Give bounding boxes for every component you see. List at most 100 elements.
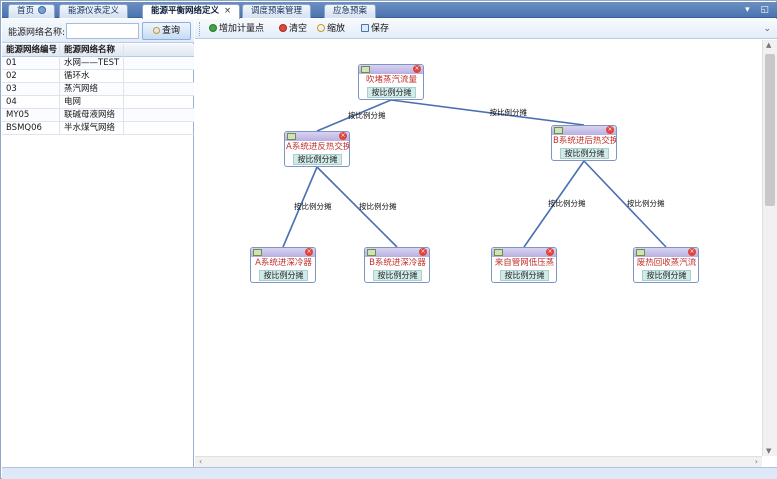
node-allocation-mode[interactable]: 按比例分摊 bbox=[560, 148, 609, 159]
tab-strip: 首页 能源仪表定义 能源平衡网络定义 × 调度预案管理 应急预案 ▾ ◱ bbox=[2, 2, 777, 19]
node-delete-icon[interactable]: × bbox=[606, 126, 614, 134]
cell-network-code: BSMQ06 bbox=[2, 122, 60, 135]
cell-network-code: 02 bbox=[2, 70, 60, 83]
zoom-icon bbox=[317, 24, 325, 32]
network-diagram-canvas[interactable]: 按比例分摊 按比例分摊 按比例分摊 按比例分摊 按比例分摊 按比例分摊 × 吹堵蒸汽流量 按比例… bbox=[195, 40, 762, 456]
cell-network-name: 水网——TEST bbox=[60, 57, 124, 70]
toolbar-collapse-icon[interactable]: ⌄ bbox=[763, 24, 771, 34]
add-meter-point-button[interactable]: 增加计量点 bbox=[209, 23, 264, 36]
cell-network-name: 电网 bbox=[60, 96, 124, 109]
edge-label: 按比例分摊 bbox=[489, 107, 528, 117]
node-delete-icon[interactable]: × bbox=[413, 65, 421, 73]
node-allocation-mode[interactable]: 按比例分摊 bbox=[642, 270, 691, 281]
search-label: 能源网络名称: bbox=[8, 28, 66, 38]
node-type-icon bbox=[361, 66, 370, 73]
node-name: B系统进深冷器 bbox=[369, 258, 426, 268]
clear-label: 清空 bbox=[289, 24, 308, 34]
tab-home[interactable]: 首页 bbox=[8, 4, 56, 18]
node-delete-icon[interactable]: × bbox=[305, 248, 313, 256]
zoom-label: 缩放 bbox=[327, 24, 346, 34]
tab-energy-balance-network[interactable]: 能源平衡网络定义 × bbox=[142, 4, 241, 19]
tab-close-icon[interactable]: × bbox=[224, 6, 231, 16]
node-type-icon bbox=[636, 249, 645, 256]
node-allocation-mode[interactable]: 按比例分摊 bbox=[373, 270, 422, 281]
table-row[interactable]: 04 电网 bbox=[2, 96, 194, 109]
scroll-left-icon[interactable]: ‹ bbox=[199, 457, 202, 466]
tab-label: 首页 bbox=[17, 6, 35, 16]
node-allocation-mode[interactable]: 按比例分摊 bbox=[293, 154, 342, 165]
edge-label: 按比例分摊 bbox=[359, 202, 397, 211]
save-label: 保存 bbox=[371, 24, 390, 34]
node-header[interactable]: × bbox=[552, 126, 616, 135]
network-table: 能源网络编号 能源网络名称 01 水网——TEST 02 循环水 03 蒸汽网络 04 电网 M… bbox=[2, 44, 194, 135]
node-type-icon bbox=[253, 249, 262, 256]
table-row[interactable]: BSMQ06 半水煤气网络 bbox=[2, 122, 194, 135]
scroll-right-icon[interactable]: › bbox=[755, 457, 758, 466]
node-allocation-mode[interactable]: 按比例分摊 bbox=[500, 270, 549, 281]
table-row[interactable]: 03 蒸汽网络 bbox=[2, 83, 194, 96]
horizontal-scrollbar[interactable]: ‹ › bbox=[195, 456, 762, 467]
tab-dispatch-plan[interactable]: 调度预案管理 bbox=[242, 4, 312, 18]
tab-meter-definition[interactable]: 能源仪表定义 bbox=[59, 4, 129, 18]
home-icon bbox=[38, 6, 47, 14]
node-name: A系统进反热交换 bbox=[286, 142, 349, 152]
query-button-label: 查询 bbox=[161, 26, 180, 36]
edge-n0-n2[interactable] bbox=[390, 99, 585, 126]
cell-network-code: 04 bbox=[2, 96, 60, 109]
meter-node[interactable]: × B系统进后热交换 按比例分摊 bbox=[551, 125, 617, 161]
node-delete-icon[interactable]: × bbox=[546, 248, 554, 256]
cell-network-name: 半水煤气网络 bbox=[60, 122, 124, 135]
node-header[interactable]: × bbox=[492, 248, 556, 257]
clear-icon bbox=[279, 24, 287, 32]
tab-label: 应急预案 bbox=[333, 6, 368, 16]
tab-emergency-plan[interactable]: 应急预案 bbox=[324, 4, 377, 18]
table-row[interactable]: MY05 联碱母液网络 bbox=[2, 109, 194, 122]
scroll-down-icon[interactable]: ▼ bbox=[766, 447, 771, 455]
meter-node[interactable]: × A系统进反热交换 按比例分摊 bbox=[284, 131, 350, 167]
status-bar bbox=[2, 467, 777, 479]
tab-label: 调度预案管理 bbox=[251, 6, 303, 16]
node-header[interactable]: × bbox=[359, 65, 423, 74]
node-type-icon bbox=[367, 249, 376, 256]
node-delete-icon[interactable]: × bbox=[688, 248, 696, 256]
node-allocation-mode[interactable]: 按比例分摊 bbox=[259, 270, 308, 281]
network-list-panel: 能源网络名称: 查询 能源网络编号 能源网络名称 01 水网——TEST 02 循环水… bbox=[2, 19, 194, 467]
node-delete-icon[interactable]: × bbox=[419, 248, 427, 256]
app-frame: 首页 能源仪表定义 能源平衡网络定义 × 调度预案管理 应急预案 ▾ ◱ 能源网络… bbox=[0, 0, 777, 479]
node-header[interactable]: × bbox=[285, 132, 349, 141]
meter-node[interactable]: × A系统进深冷器 按比例分摊 bbox=[250, 247, 316, 283]
query-button[interactable]: 查询 bbox=[142, 22, 191, 40]
save-button[interactable]: 保存 bbox=[361, 23, 389, 36]
node-name: 废热回收蒸汽流 bbox=[636, 258, 697, 268]
meter-node[interactable]: × 来自管网低压蒸 按比例分摊 bbox=[491, 247, 557, 283]
node-header[interactable]: × bbox=[251, 248, 315, 257]
vertical-scrollbar[interactable]: ▲ ▼ bbox=[762, 40, 777, 456]
meter-node[interactable]: × 废热回收蒸汽流 按比例分摊 bbox=[633, 247, 699, 283]
network-name-input[interactable] bbox=[66, 23, 139, 39]
clear-button[interactable]: 清空 bbox=[279, 23, 307, 36]
vertical-scroll-thumb[interactable] bbox=[765, 54, 775, 206]
cell-network-name: 联碱母液网络 bbox=[60, 109, 124, 122]
meter-node[interactable]: × 吹堵蒸汽流量 按比例分摊 bbox=[358, 64, 424, 100]
node-delete-icon[interactable]: × bbox=[339, 132, 347, 140]
column-header-name[interactable]: 能源网络名称 bbox=[60, 44, 124, 57]
tab-label: 能源仪表定义 bbox=[68, 6, 120, 16]
node-name: 吹堵蒸汽流量 bbox=[365, 75, 417, 85]
node-header[interactable]: × bbox=[365, 248, 429, 257]
cell-network-name: 蒸汽网络 bbox=[60, 83, 124, 96]
zoom-button[interactable]: 缩放 bbox=[317, 23, 345, 36]
table-row[interactable]: 01 水网——TEST bbox=[2, 57, 194, 70]
cell-network-code: MY05 bbox=[2, 109, 60, 122]
node-name: 来自管网低压蒸 bbox=[494, 258, 555, 268]
node-allocation-mode[interactable]: 按比例分摊 bbox=[367, 87, 416, 98]
table-row[interactable]: 02 循环水 bbox=[2, 70, 194, 83]
table-body: 01 水网——TEST 02 循环水 03 蒸汽网络 04 电网 MY05 联碱母液网络 BSMQ0… bbox=[2, 57, 194, 135]
column-header-code[interactable]: 能源网络编号 bbox=[2, 44, 60, 57]
scroll-up-icon[interactable]: ▲ bbox=[766, 41, 771, 49]
add-meter-point-label: 增加计量点 bbox=[219, 24, 265, 34]
meter-node[interactable]: × B系统进深冷器 按比例分摊 bbox=[364, 247, 430, 283]
node-type-icon bbox=[494, 249, 503, 256]
tab-strip-menu-icon[interactable]: ▾ ◱ bbox=[745, 5, 773, 15]
search-icon bbox=[152, 27, 160, 34]
node-header[interactable]: × bbox=[634, 248, 698, 257]
